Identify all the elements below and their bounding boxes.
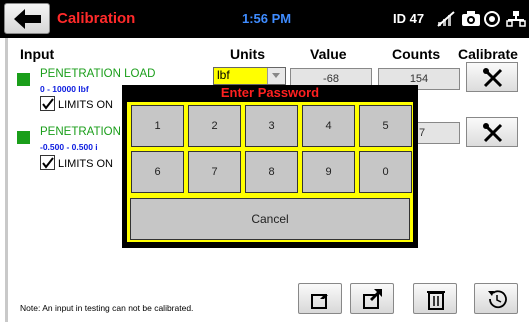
key-7[interactable]: 7 <box>188 151 241 193</box>
key-0[interactable]: 0 <box>359 151 412 193</box>
channel-2-limits-checkbox[interactable] <box>40 155 55 170</box>
export-icon <box>363 289 382 309</box>
channel-2-range: -0.500 - 0.500 i <box>40 142 98 152</box>
reset-button[interactable] <box>474 283 518 314</box>
key-9[interactable]: 9 <box>302 151 355 193</box>
password-dialog: Enter Password 1 2 3 4 5 6 7 8 9 0 Cance… <box>122 85 418 248</box>
import-icon <box>311 289 330 309</box>
channel-1-units-select[interactable]: lbf <box>213 67 286 85</box>
key-4[interactable]: 4 <box>302 105 355 147</box>
checkmark-icon <box>42 98 54 110</box>
chevron-down-icon <box>267 68 285 84</box>
channel-1-limits-checkbox[interactable] <box>40 96 55 111</box>
back-button[interactable] <box>4 3 50 34</box>
key-5[interactable]: 5 <box>359 105 412 147</box>
reset-icon <box>488 290 507 309</box>
channel-1-range: 0 - 10000 lbf <box>40 84 89 94</box>
key-8[interactable]: 8 <box>245 151 298 193</box>
channel-2-calibrate-button[interactable] <box>466 117 518 147</box>
checkmark-icon <box>42 157 54 169</box>
network-icon[interactable] <box>506 11 526 27</box>
column-header-value: Value <box>310 46 347 62</box>
wrench-screwdriver-icon <box>483 68 503 88</box>
key-3[interactable]: 3 <box>245 105 298 147</box>
dialog-title: Enter Password <box>220 85 320 100</box>
device-id: ID 47 <box>393 11 425 26</box>
back-arrow-icon <box>14 9 41 29</box>
key-6[interactable]: 6 <box>131 151 184 193</box>
calibration-note: Note: An input in testing can not be cal… <box>20 303 194 313</box>
key-2[interactable]: 2 <box>188 105 241 147</box>
export-button[interactable] <box>350 283 394 314</box>
delete-icon <box>427 291 445 310</box>
delete-button[interactable] <box>413 283 457 314</box>
settings-icon[interactable] <box>484 11 500 27</box>
numeric-keypad: 1 2 3 4 5 6 7 8 9 0 Cancel <box>127 102 413 242</box>
camera-icon[interactable] <box>462 11 480 26</box>
key-1[interactable]: 1 <box>131 105 184 147</box>
column-header-counts: Counts <box>392 46 441 62</box>
import-button[interactable] <box>298 283 342 314</box>
channel-2-status-indicator <box>17 131 30 144</box>
channel-2-name: PENETRATION <box>40 126 121 138</box>
wifi-off-icon <box>437 11 455 27</box>
channel-1-name: PENETRATION LOAD <box>40 68 156 80</box>
channel-1-status-indicator <box>17 73 30 86</box>
wrench-screwdriver-icon <box>483 123 503 143</box>
channel-1-calibrate-button[interactable] <box>466 62 518 92</box>
clock: 1:56 PM <box>242 11 292 26</box>
column-header-input: Input <box>20 46 55 62</box>
channel-1-units-value: lbf <box>217 68 230 82</box>
header-bar: Calibration 1:56 PM ID 47 <box>0 0 529 38</box>
channel-2-limits-label: LIMITS ON <box>58 158 114 170</box>
page-title: Calibration <box>57 10 136 27</box>
column-header-units: Units <box>230 46 265 62</box>
cancel-button[interactable]: Cancel <box>130 198 410 240</box>
column-header-calibrate: Calibrate <box>458 46 518 62</box>
channel-1-limits-label: LIMITS ON <box>58 99 114 111</box>
